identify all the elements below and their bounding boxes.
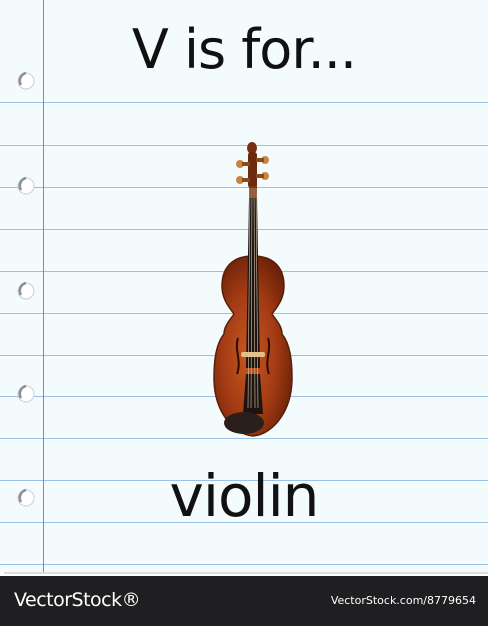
punch-hole-icon [17, 281, 35, 300]
ruled-line [0, 564, 488, 565]
card-heading: V is for... [131, 18, 357, 81]
violin-icon [213, 142, 293, 437]
image-id-text: VectorStock.com/8779654 [330, 594, 476, 607]
ruled-line [0, 102, 488, 103]
punch-hole-icon [17, 176, 35, 195]
flashcard-page: V is for... violin VectorStock® VectorSt… [0, 0, 488, 626]
punch-hole-icon [17, 384, 35, 403]
vectorstock-logo: VectorStock® [14, 589, 141, 611]
flashcard: V is for... violin [0, 0, 488, 572]
card-word: violin [169, 462, 320, 530]
footer-bar: VectorStock® VectorStock.com/8779654 [0, 576, 488, 626]
